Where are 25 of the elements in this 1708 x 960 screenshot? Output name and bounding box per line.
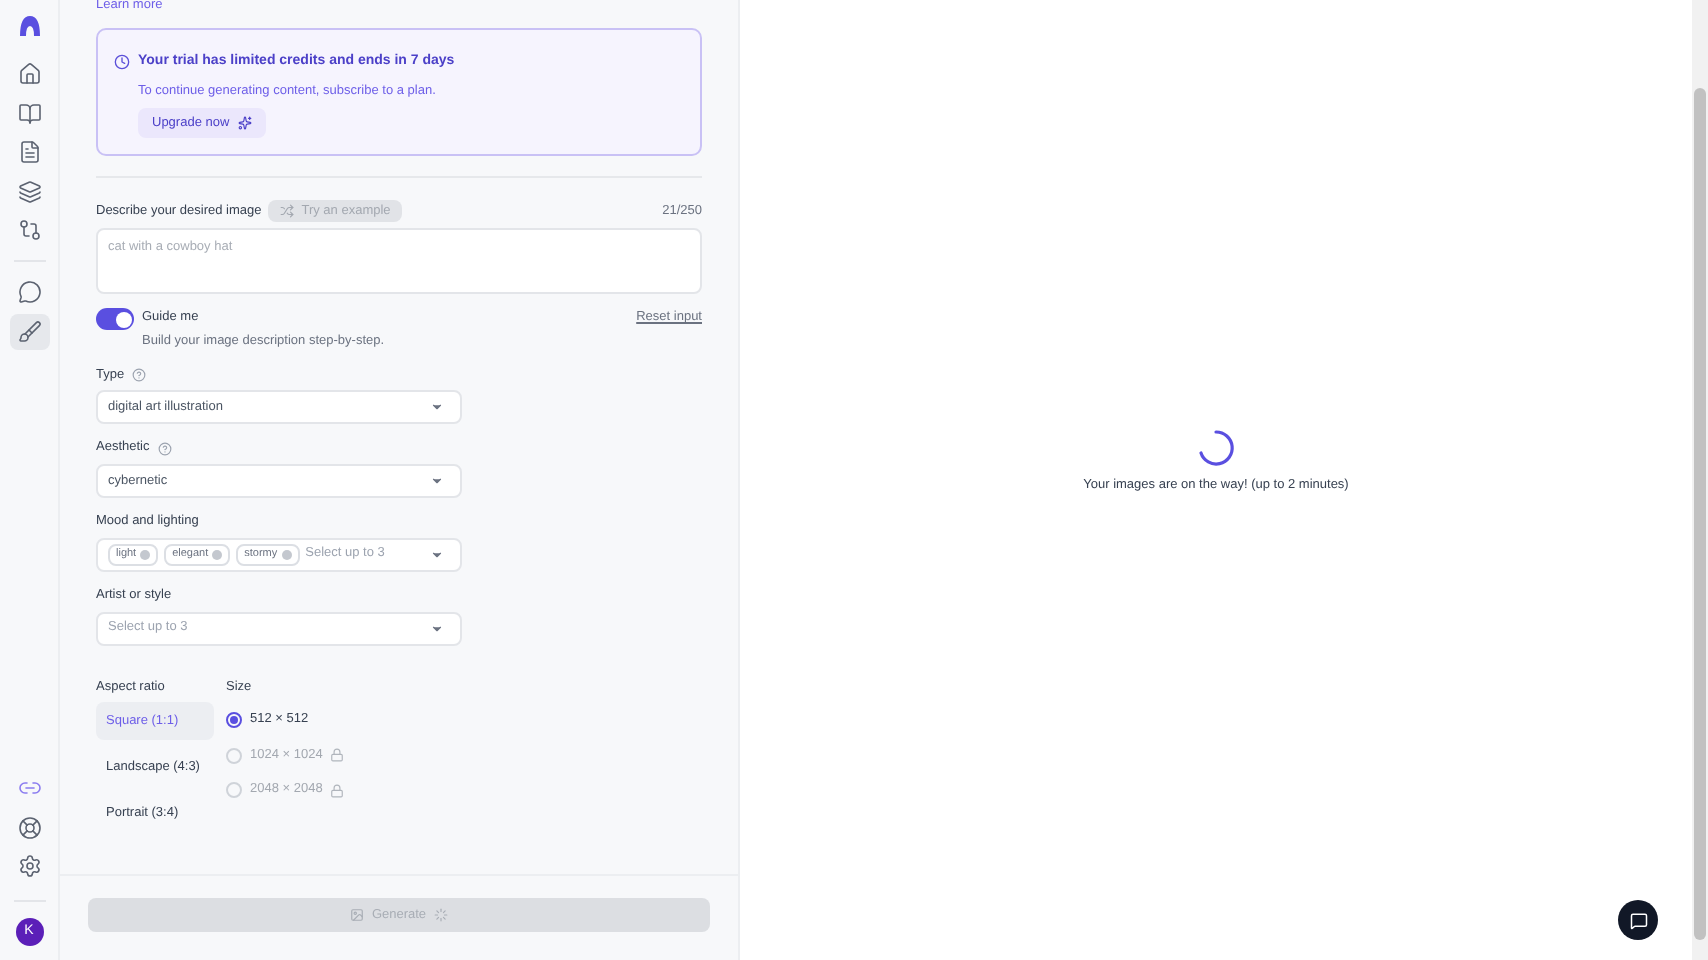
sparkle-icon bbox=[237, 116, 252, 131]
chat-icon bbox=[1629, 911, 1647, 929]
guide-toggle[interactable] bbox=[96, 308, 134, 330]
image-nav-button[interactable] bbox=[9, 314, 49, 350]
shuffle-icon bbox=[279, 204, 294, 218]
settings-icon bbox=[17, 854, 41, 878]
loading-spinner-icon bbox=[1196, 428, 1236, 469]
chat-launcher-button[interactable] bbox=[1618, 900, 1658, 940]
logo-icon bbox=[17, 14, 41, 38]
size-radio[interactable] bbox=[226, 712, 242, 728]
flow-icon bbox=[17, 218, 41, 242]
layers-icon bbox=[17, 179, 41, 203]
book-icon bbox=[17, 101, 41, 125]
scrollbar[interactable] bbox=[1692, 0, 1708, 960]
dropdown-caret-icon bbox=[430, 621, 444, 635]
document-icon bbox=[17, 140, 41, 164]
loading-icon bbox=[434, 908, 449, 922]
dropdown-caret-icon bbox=[430, 400, 444, 415]
home-icon bbox=[17, 62, 41, 86]
dropdown-caret-icon bbox=[430, 474, 444, 488]
help-icon bbox=[17, 815, 41, 839]
clock-icon bbox=[114, 54, 130, 71]
dropdown-caret-icon bbox=[430, 547, 444, 562]
link-icon bbox=[17, 776, 41, 800]
chat-icon bbox=[17, 280, 41, 304]
